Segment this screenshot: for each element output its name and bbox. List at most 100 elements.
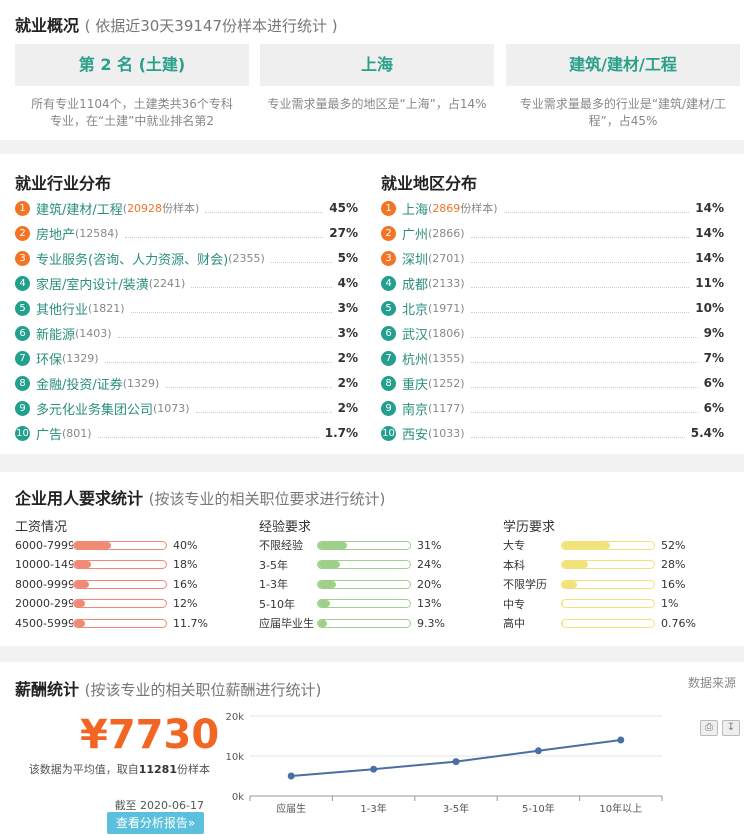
region-list-item[interactable]: 1 上海 (2869份样本) 14% <box>381 198 724 218</box>
salary-bar-percent: 18% <box>173 558 198 571</box>
region-name[interactable]: 武汉 <box>402 324 428 343</box>
top-industry-desc: 专业需求量最多的行业是“建筑/建材/工程”，占45% <box>519 97 727 128</box>
salary-note-prefix: 该数据为平均值，取自 <box>28 763 139 776</box>
region-list-item[interactable]: 5 北京 (1971) 10% <box>381 298 724 318</box>
requirements-subtitle: (按该专业的相关职位要求进行统计) <box>148 490 386 508</box>
industry-list-item[interactable]: 1 建筑/建材/工程 (20928份样本) 45% <box>15 198 358 218</box>
industry-name[interactable]: 房地产 <box>36 224 75 243</box>
industry-name[interactable]: 多元化业务集团公司 <box>36 399 153 418</box>
industry-list-item[interactable]: 3 专业服务(咨询、人力资源、财会) (2355) 5% <box>15 248 358 268</box>
data-source-link[interactable]: 数据来源 <box>688 674 736 691</box>
region-name[interactable]: 北京 <box>402 299 428 318</box>
industry-name[interactable]: 专业服务(咨询、人力资源、财会) <box>36 249 228 268</box>
salary-bar-percent: 40% <box>173 538 198 552</box>
region-name[interactable]: 成都 <box>402 274 428 293</box>
industry-name[interactable]: 其他行业 <box>36 299 88 318</box>
industry-list-item[interactable]: 5 其他行业 (1821) 3% <box>15 298 358 318</box>
salary-note-suffix: 份样本 <box>177 763 210 776</box>
region-name[interactable]: 深圳 <box>402 249 428 268</box>
region-name[interactable]: 广州 <box>402 224 428 243</box>
x-tick-label: 5-10年 <box>522 802 555 815</box>
region-name[interactable]: 西安 <box>402 424 428 443</box>
industry-name[interactable]: 新能源 <box>36 324 75 343</box>
leader-dots <box>503 203 690 213</box>
industry-name[interactable]: 金融/投资/证券 <box>36 374 123 393</box>
industry-percent: 2% <box>337 351 358 365</box>
industry-count: (801) <box>62 426 92 440</box>
region-list-item[interactable]: 10 西安 (1033) 5.4% <box>381 423 724 443</box>
leader-dots <box>470 228 690 238</box>
education-bar-row: 大专 52% <box>503 537 685 553</box>
education-bar-percent: 16% <box>661 577 686 591</box>
pay-title: 薪酬统计 <box>15 680 80 699</box>
region-name[interactable]: 重庆 <box>402 374 428 393</box>
region-list-item[interactable]: 8 重庆 (1252) 6% <box>381 373 724 393</box>
education-bar-label: 中专 <box>503 597 525 611</box>
rank-badge: 10 <box>15 425 30 441</box>
industry-list-item[interactable]: 4 家居/室内设计/装潢 (2241) 4% <box>15 273 358 293</box>
rank-badge: 9 <box>381 400 396 416</box>
industry-list-item[interactable]: 6 新能源 (1403) 3% <box>15 323 358 343</box>
leader-dots <box>205 203 324 213</box>
print-icon[interactable]: ⎙ <box>700 720 718 736</box>
leader-dots <box>97 428 319 438</box>
education-bar-row: 中专 1% <box>503 596 678 612</box>
view-report-button[interactable]: 查看分析报告» <box>107 812 204 834</box>
salary-data-point[interactable] <box>370 765 378 773</box>
education-bar-fill <box>562 561 588 568</box>
rank-badge: 2 <box>381 225 396 241</box>
leader-dots <box>470 428 685 438</box>
rank-badge: 3 <box>15 250 30 266</box>
leader-dots <box>470 253 690 263</box>
experience-bar-percent: 9.3% <box>417 616 445 630</box>
experience-bar-track <box>317 599 411 608</box>
industry-list-item[interactable]: 10 广告 (801) 1.7% <box>15 423 358 443</box>
leader-dots <box>191 278 332 288</box>
industry-count: (12584) <box>75 226 119 240</box>
industry-list-item[interactable]: 7 环保 (1329) 2% <box>15 348 358 368</box>
salary-bar-row: 6000-7999 40% <box>15 537 197 553</box>
salary-bar-row: 8000-9999 16% <box>15 576 197 592</box>
salary-bar-row: 10000-149 18% <box>15 557 197 573</box>
industry-name[interactable]: 广告 <box>36 424 62 443</box>
salary-bar-fill <box>74 619 85 627</box>
region-count: (1033) <box>428 426 465 440</box>
region-name[interactable]: 南京 <box>402 399 428 418</box>
region-name[interactable]: 杭州 <box>402 349 428 368</box>
education-bar-percent: 0.76% <box>661 616 696 630</box>
rank-badge: 4 <box>381 275 396 291</box>
education-bar-percent: 1% <box>661 597 679 610</box>
education-bar-percent: 28% <box>661 558 686 571</box>
download-icon[interactable]: ↧ <box>722 720 740 736</box>
salary-data-point[interactable] <box>534 747 542 755</box>
industry-list-item[interactable]: 8 金融/投资/证券 (1329) 2% <box>15 373 358 393</box>
region-list-item[interactable]: 9 南京 (1177) 6% <box>381 398 724 418</box>
region-list-item[interactable]: 4 成都 (2133) 11% <box>381 273 724 293</box>
industry-name[interactable]: 环保 <box>36 349 62 368</box>
industry-list-item[interactable]: 2 房地产 (12584) 27% <box>15 223 358 243</box>
leader-dots <box>104 353 332 363</box>
industry-name[interactable]: 家居/室内设计/装潢 <box>36 274 149 293</box>
pay-subtitle: (按该专业的相关职位薪酬进行统计) <box>84 681 322 699</box>
salary-bar-track <box>73 618 167 628</box>
rank-badge: 8 <box>15 375 30 391</box>
leader-dots <box>117 328 332 338</box>
salary-data-point[interactable] <box>452 758 460 766</box>
region-percent: 10% <box>695 301 724 315</box>
region-list-item[interactable]: 6 武汉 (1806) 9% <box>381 323 724 343</box>
salary-data-point[interactable] <box>617 736 625 744</box>
rank-badge: 6 <box>381 325 396 341</box>
region-list-item[interactable]: 7 杭州 (1355) 7% <box>381 348 724 368</box>
industry-list-item[interactable]: 9 多元化业务集团公司 (1073) 2% <box>15 398 358 418</box>
x-tick-label: 应届生 <box>276 802 306 815</box>
overview-panel: 就业概况 ( 依据近30天39147份样本进行统计 ) 第 2 名 (土建) 上… <box>0 0 744 140</box>
region-name[interactable]: 上海 <box>402 199 428 218</box>
industry-name[interactable]: 建筑/建材/工程 <box>36 199 123 218</box>
education-bar-label: 不限学历 <box>503 578 547 591</box>
industry-percent: 5% <box>337 251 358 265</box>
salary-bar-fill <box>74 541 111 549</box>
salary-data-point[interactable] <box>287 772 295 780</box>
region-list-item[interactable]: 3 深圳 (2701) 14% <box>381 248 724 268</box>
experience-bar-track <box>317 618 411 628</box>
region-list-item[interactable]: 2 广州 (2866) 14% <box>381 223 724 243</box>
